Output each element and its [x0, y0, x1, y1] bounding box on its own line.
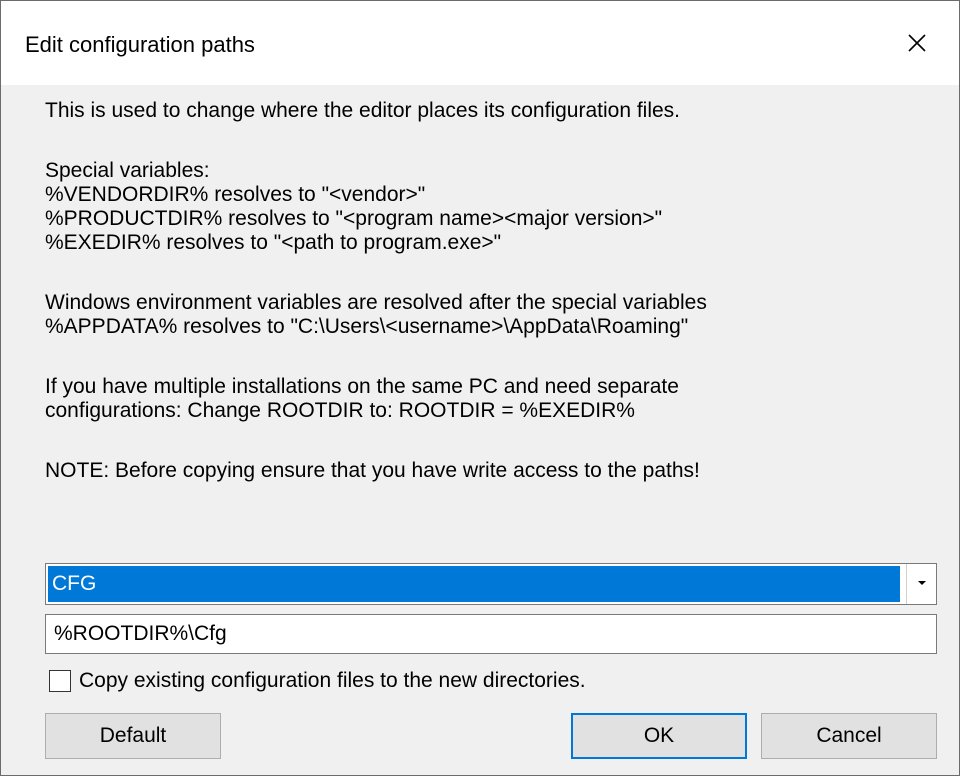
cancel-button[interactable]: Cancel [761, 713, 937, 759]
write-access-note: NOTE: Before copying ensure that you hav… [45, 459, 700, 482]
ok-button[interactable]: OK [571, 713, 747, 759]
special-variables-heading: Special variables: [45, 159, 210, 182]
multi-install-line-2: configurations: Change ROOTDIR to: ROOTD… [45, 399, 635, 422]
chevron-down-icon [918, 581, 926, 585]
copy-files-checkbox[interactable] [49, 670, 71, 692]
multi-install-line-1: If you have multiple installations on th… [45, 375, 679, 398]
default-button[interactable]: Default [45, 713, 221, 759]
intro-text: This is used to change where the editor … [45, 99, 681, 122]
edit-config-paths-dialog: Edit configuration paths This is used to… [0, 0, 960, 776]
copy-files-label[interactable]: Copy existing configuration files to the… [79, 669, 586, 693]
productdir-line: %PRODUCTDIR% resolves to "<program name>… [45, 207, 663, 230]
path-selector-dropdown[interactable]: CFG [45, 563, 937, 605]
title-bar: Edit configuration paths [1, 1, 959, 85]
exedir-line: %EXEDIR% resolves to "<path to program.e… [45, 231, 502, 254]
env-variables-note: Windows environment variables are resolv… [45, 291, 707, 314]
path-input[interactable] [45, 614, 937, 654]
dialog-title: Edit configuration paths [25, 32, 255, 57]
path-selector-value: CFG [48, 566, 900, 602]
vendordir-line: %VENDORDIR% resolves to "<vendor>" [45, 183, 426, 206]
appdata-line: %APPDATA% resolves to "C:\Users\<usernam… [45, 315, 689, 338]
close-icon [908, 34, 926, 52]
close-button[interactable] [875, 1, 959, 85]
dropdown-button[interactable] [906, 564, 936, 604]
